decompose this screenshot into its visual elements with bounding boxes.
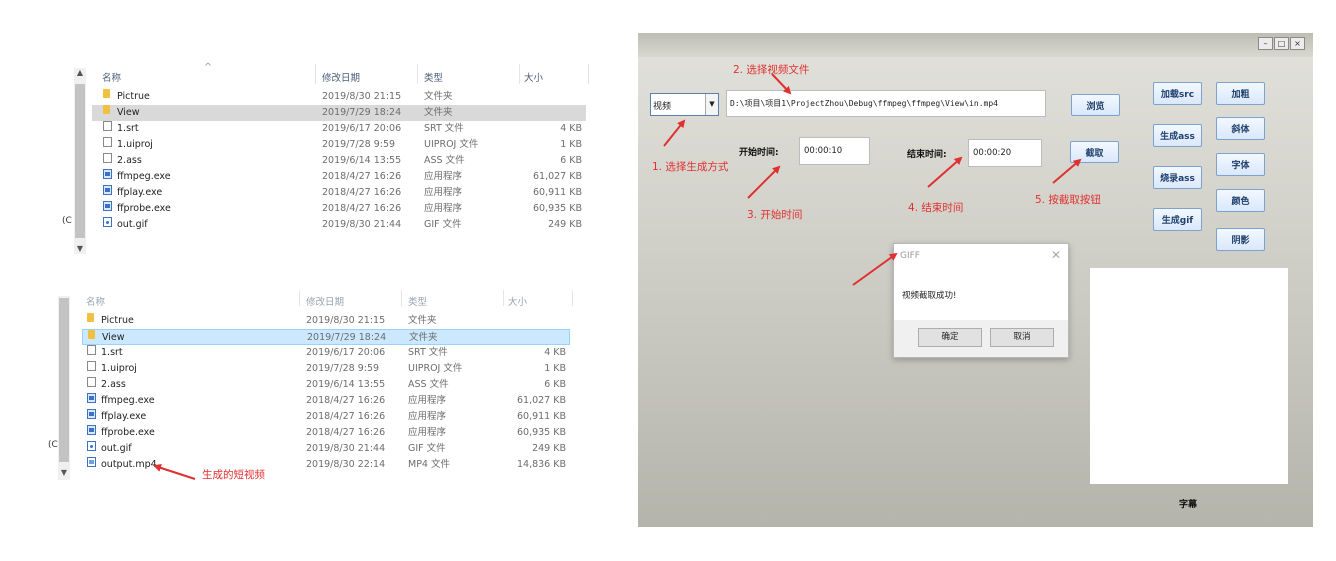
arrow-short-video	[153, 464, 196, 480]
annotation-arrows	[153, 73, 1082, 480]
arrow-dialog	[852, 252, 898, 286]
arrow-step2	[771, 73, 792, 95]
arrow-step4	[927, 156, 963, 188]
arrow-step1	[663, 119, 686, 147]
arrow-step3	[747, 165, 781, 199]
arrow-step5	[1052, 158, 1082, 184]
